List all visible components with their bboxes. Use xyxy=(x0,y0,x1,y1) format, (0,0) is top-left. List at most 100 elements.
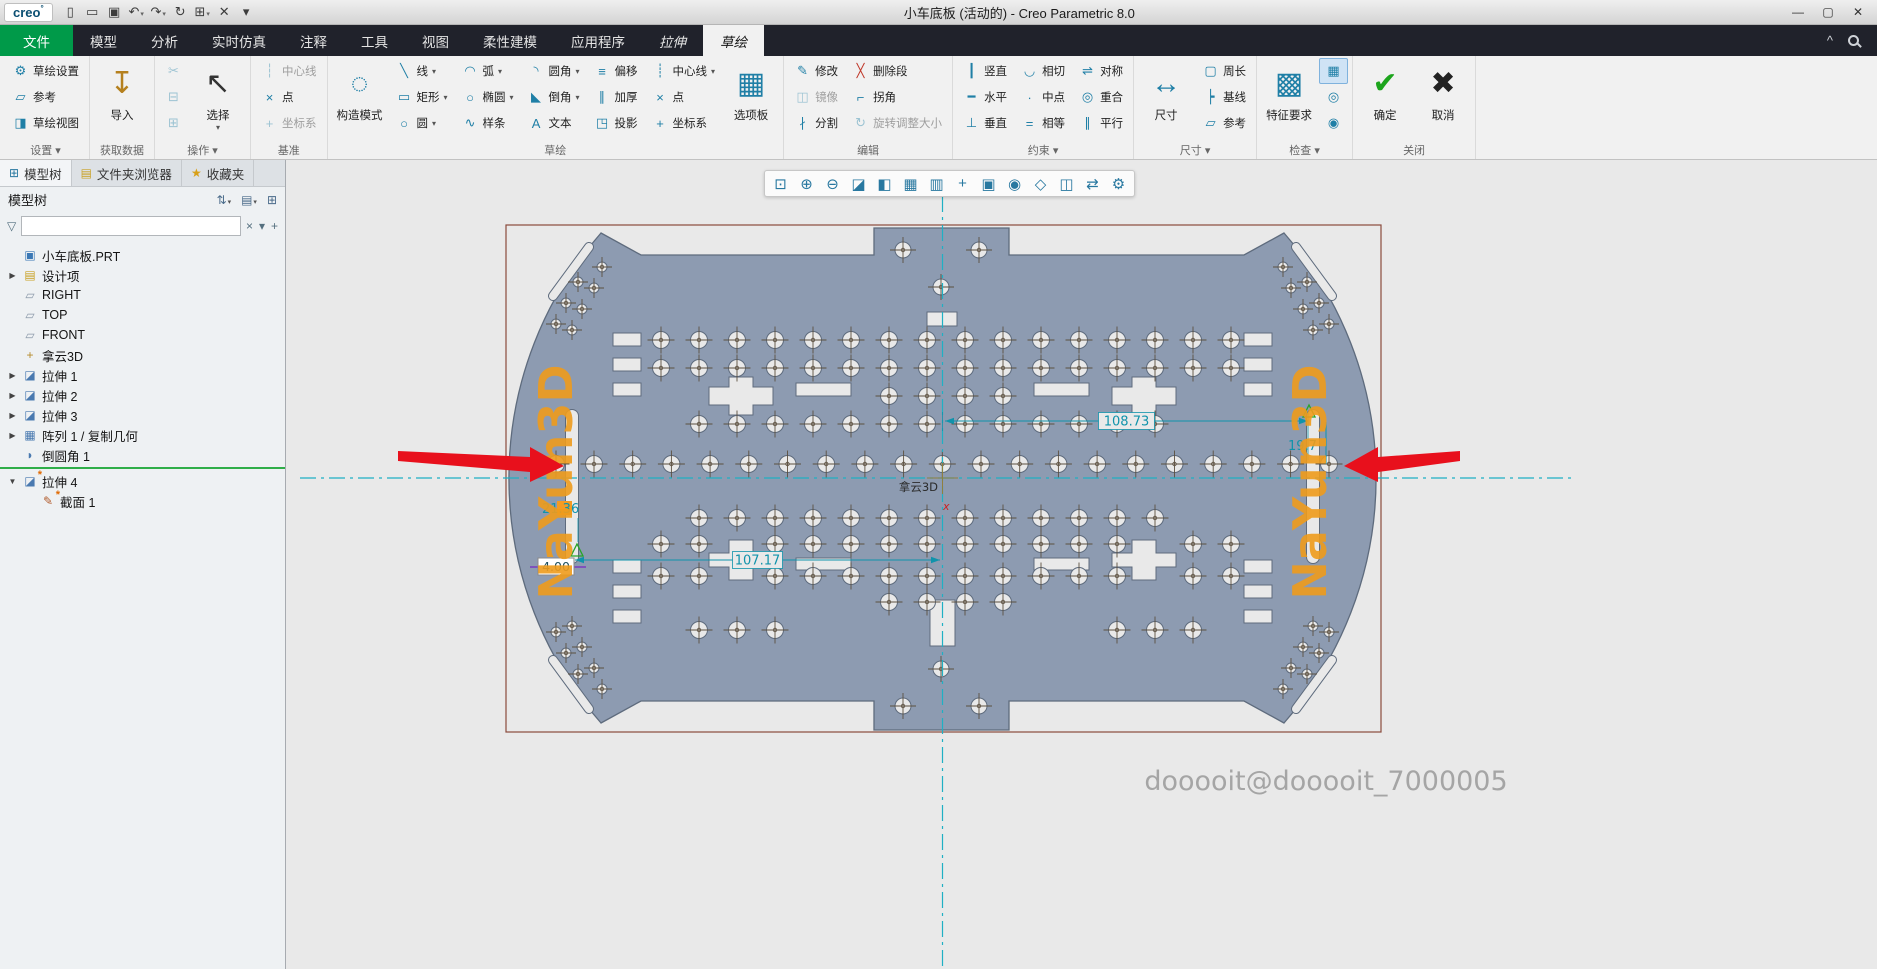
undo-button[interactable]: ↶▾ xyxy=(127,4,146,20)
saved-orientations-button[interactable]: ▦ xyxy=(898,172,923,195)
panel-tab-favorites[interactable]: ★收藏夹 xyxy=(182,160,254,186)
feature-requirements-button[interactable]: ▩特征要求 xyxy=(1261,58,1317,140)
tab-工具[interactable]: 工具 xyxy=(344,25,405,56)
tree-item[interactable]: +拿云3D xyxy=(0,345,285,365)
fillet-button[interactable]: ◝圆角▾ xyxy=(522,58,586,84)
dimension-button[interactable]: ↔尺寸 xyxy=(1138,58,1194,140)
corner-button[interactable]: ⌐拐角 xyxy=(846,84,948,110)
constraint-parallel-button[interactable]: ∥平行 xyxy=(1073,110,1129,136)
group-label-尺寸[interactable]: 尺寸 ▾ xyxy=(1138,142,1252,159)
tree-filters-icon[interactable]: ⇅▾ xyxy=(217,193,232,207)
arc-button[interactable]: ◠弧▾ xyxy=(456,58,520,84)
search-icon[interactable] xyxy=(1848,35,1859,46)
group-label-约束[interactable]: 约束 ▾ xyxy=(957,142,1129,159)
tab-模型[interactable]: 模型 xyxy=(73,25,134,56)
tab-应用程序[interactable]: 应用程序 xyxy=(554,25,642,56)
clear-search-icon[interactable]: × xyxy=(246,219,253,233)
tree-columns-icon[interactable]: ▤▾ xyxy=(241,193,257,207)
divide-button[interactable]: ∤分割 xyxy=(788,110,844,136)
graphics-area[interactable]: ⊡⊕⊖◪◧▦▥+▣◉◇◫⇄⚙ 108.73107.1719.721.364.00… xyxy=(286,160,1877,969)
tree-item[interactable]: ▣小车底板.PRT xyxy=(0,245,285,265)
view-manager-button[interactable]: ▥ xyxy=(924,172,949,195)
window-display-button[interactable]: ⊞▾ xyxy=(193,4,212,20)
shading-with-edges-button[interactable]: ◫ xyxy=(1054,172,1079,195)
tree-settings-icon[interactable]: ⊞ xyxy=(267,193,277,207)
tree-item[interactable]: ▶◪拉伸 2 xyxy=(0,385,285,405)
point-datum-button[interactable]: ×点 xyxy=(255,84,323,110)
tree-item[interactable]: ▶◪拉伸 1 xyxy=(0,365,285,385)
constraint-equal-button[interactable]: =相等 xyxy=(1015,110,1071,136)
graphics-settings-button[interactable]: ⚙ xyxy=(1106,172,1131,195)
sketch-canvas[interactable]: 108.73107.1719.721.364.00拿云3DxNaYun3DNaY… xyxy=(286,160,1877,969)
cancel-button[interactable]: ✖取消 xyxy=(1415,58,1471,140)
tree-item[interactable]: ▶▤设计项 xyxy=(0,265,285,285)
add-filter-icon[interactable]: + xyxy=(271,219,278,233)
annotation-display-button[interactable]: ▣ xyxy=(976,172,1001,195)
tree-item[interactable]: ▼◪*拉伸 4 xyxy=(0,471,285,491)
constraint-symmetric-button[interactable]: ⇌对称 xyxy=(1073,58,1129,84)
datum-display-filter-button[interactable]: + xyxy=(950,172,975,195)
tab-拉伸[interactable]: 拉伸 xyxy=(642,25,703,56)
tree-search-input[interactable] xyxy=(21,216,241,236)
group-label-设置[interactable]: 设置 ▾ xyxy=(6,142,85,159)
redo-button[interactable]: ↷▾ xyxy=(149,4,168,20)
overlapping-geometry-button[interactable]: ◉ xyxy=(1319,110,1348,136)
perimeter-dimension-button[interactable]: ▢周长 xyxy=(1196,58,1252,84)
palette-button[interactable]: ▦选项板 xyxy=(723,58,779,140)
offset-button[interactable]: ≡偏移 xyxy=(588,58,644,84)
tree-item[interactable]: ▱TOP xyxy=(0,305,285,325)
customize-toolbar-button[interactable]: ▾ xyxy=(237,4,256,20)
constraint-horizontal-button[interactable]: ━水平 xyxy=(957,84,1013,110)
perspective-button[interactable]: ◇ xyxy=(1028,172,1053,195)
text-button[interactable]: A文本 xyxy=(522,110,586,136)
project-button[interactable]: ◳投影 xyxy=(588,110,644,136)
sketch-orientation-button[interactable]: ⇄ xyxy=(1080,172,1105,195)
construction-mode-button[interactable]: ◌构造模式 xyxy=(332,58,388,140)
tree-item[interactable]: ◗倒圆角 1 xyxy=(0,445,285,465)
circle-button[interactable]: ○圆▾ xyxy=(390,110,454,136)
rectangle-button[interactable]: ▭矩形▾ xyxy=(390,84,454,110)
shade-closed-loops-button[interactable]: ▦ xyxy=(1319,58,1348,84)
search-options-icon[interactable]: ▾ xyxy=(259,219,265,233)
zoom-in-button[interactable]: ⊕ xyxy=(794,172,819,195)
reference-dimension-button[interactable]: ▱参考 xyxy=(1196,110,1252,136)
tab-实时仿真[interactable]: 实时仿真 xyxy=(195,25,283,56)
refit-button[interactable]: ⊡ xyxy=(768,172,793,195)
open-button[interactable]: ▭ xyxy=(83,4,102,20)
tab-注释[interactable]: 注释 xyxy=(283,25,344,56)
point-button[interactable]: ×点 xyxy=(646,84,722,110)
tab-视图[interactable]: 视图 xyxy=(405,25,466,56)
repaint-button[interactable]: ◪ xyxy=(846,172,871,195)
ok-button[interactable]: ✔确定 xyxy=(1357,58,1413,140)
new-button[interactable]: ▯ xyxy=(61,4,80,20)
panel-tab-model-tree[interactable]: ⊞模型树 xyxy=(0,160,72,186)
save-button[interactable]: ▣ xyxy=(105,4,124,20)
tab-文件[interactable]: 文件 xyxy=(0,25,73,56)
import-button[interactable]: ↧导入 xyxy=(94,58,150,140)
tab-分析[interactable]: 分析 xyxy=(134,25,195,56)
chamfer-button[interactable]: ◣倒角▾ xyxy=(522,84,586,110)
select-button[interactable]: ↖选择▾ xyxy=(190,58,246,140)
thicken-button[interactable]: ∥加厚 xyxy=(588,84,644,110)
modify-button[interactable]: ✎修改 xyxy=(788,58,844,84)
sketch-view-button[interactable]: ◨草绘视图 xyxy=(6,110,85,136)
group-label-检查[interactable]: 检查 ▾ xyxy=(1261,142,1348,159)
close-button[interactable]: ✕ xyxy=(1843,5,1873,19)
spin-center-button[interactable]: ◉ xyxy=(1002,172,1027,195)
tree-item[interactable]: ▱RIGHT xyxy=(0,285,285,305)
tree-item[interactable]: ▶▦阵列 1 / 复制几何 xyxy=(0,425,285,445)
csys-button[interactable]: +坐标系 xyxy=(646,110,722,136)
panel-tab-folder-browser[interactable]: ▤文件夹浏览器 xyxy=(72,160,182,186)
close-window-button[interactable]: ✕ xyxy=(215,4,234,20)
tab-柔性建模[interactable]: 柔性建模 xyxy=(466,25,554,56)
delete-segment-button[interactable]: ╳删除段 xyxy=(846,58,948,84)
references-button[interactable]: ▱参考 xyxy=(6,84,85,110)
centerline-button[interactable]: ┊中心线▾ xyxy=(646,58,722,84)
group-label-操作[interactable]: 操作 ▾ xyxy=(159,142,246,159)
line-button[interactable]: ╲线▾ xyxy=(390,58,454,84)
tab-草绘[interactable]: 草绘 xyxy=(703,25,764,56)
constraint-perpendicular-button[interactable]: ⊥垂直 xyxy=(957,110,1013,136)
constraint-vertical-button[interactable]: ┃竖直 xyxy=(957,58,1013,84)
constraint-coincident-button[interactable]: ◎重合 xyxy=(1073,84,1129,110)
tree-item[interactable]: ▱FRONT xyxy=(0,325,285,345)
